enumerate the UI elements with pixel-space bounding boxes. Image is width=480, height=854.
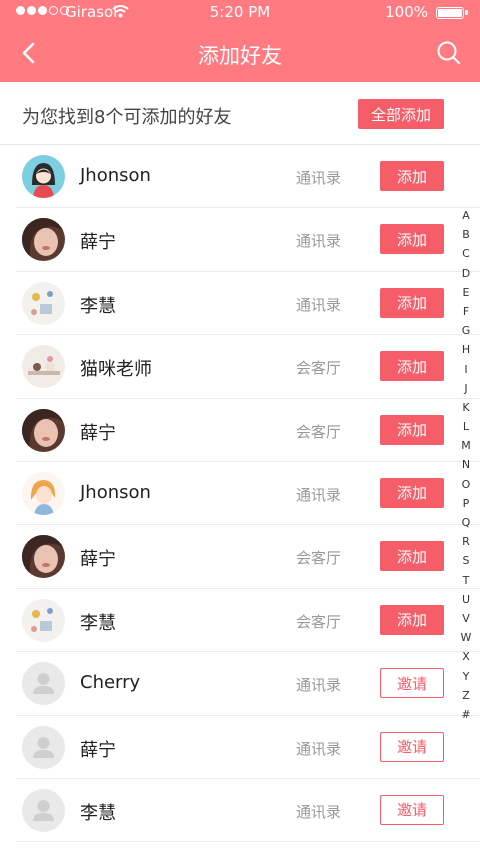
friend-row[interactable]: 李慧 通讯录 添加 [0,272,480,336]
page-title: 添加好友 [198,44,282,68]
add-button[interactable]: 添加 [380,541,444,572]
search-icon[interactable] [436,40,462,66]
friend-row[interactable]: Jhonson 通讯录 添加 [0,145,480,209]
avatar [22,535,65,579]
battery-percent: 100% [385,3,428,21]
friend-row[interactable]: Jhonson 通讯录 添加 [0,462,480,526]
add-button[interactable]: 添加 [380,604,444,635]
avatar [22,662,65,706]
friend-name: Jhonson [80,165,151,186]
avatar [22,725,65,769]
index-letter[interactable]: J [458,379,474,398]
index-letter[interactable]: M [458,436,474,455]
alphabet-index[interactable]: A B C D E F G H I J K L M N O P Q R S T U V W X Y Z # [458,206,474,724]
friend-name: 李慧 [80,802,116,824]
friend-row[interactable]: 薛宁 通讯录 邀请 [0,716,480,780]
avatar [22,598,65,642]
add-button[interactable]: 添加 [380,161,444,191]
add-button[interactable]: 添加 [380,351,444,382]
friend-name: 李慧 [80,612,116,634]
friend-source: 通讯录 [296,232,342,251]
index-letter[interactable]: C [458,244,474,263]
friend-row[interactable]: 猫咪老师 会客厅 添加 [0,335,480,399]
index-letter[interactable]: K [458,398,474,417]
index-letter[interactable]: U [458,590,474,609]
index-letter[interactable]: O [458,475,474,494]
index-letter[interactable]: A [458,206,474,225]
index-letter[interactable]: R [458,532,474,551]
friend-name: 薛宁 [80,232,116,254]
index-letter[interactable]: E [458,283,474,302]
battery-icon [436,7,468,19]
summary-bar: 为您找到8个可添加的好友 全部添加 [0,82,480,145]
friend-name: 薛宁 [80,422,116,444]
friend-row[interactable]: 李慧 通讯录 邀请 [0,779,480,843]
avatar [22,281,65,325]
friend-name: Cherry [80,672,141,694]
friend-row[interactable]: Cherry 通讯录 邀请 [0,652,480,716]
index-letter[interactable]: X [458,647,474,666]
status-bar: Girasol 5:20 PM 100% [0,0,480,26]
index-letter[interactable]: V [458,609,474,628]
friend-source: 会客厅 [296,422,342,441]
index-letter[interactable]: Y [458,667,474,686]
avatar [22,155,65,198]
summary-text: 为您找到8个可添加的好友 [22,107,232,128]
friend-source: 通讯录 [296,295,342,314]
friend-source: 会客厅 [296,549,342,568]
add-button[interactable]: 添加 [380,477,444,508]
index-letter[interactable]: S [458,551,474,570]
header-bar: Girasol 5:20 PM 100% 添加好友 [0,0,480,82]
friend-source: 通讯录 [296,485,342,504]
invite-button[interactable]: 邀请 [380,731,444,762]
index-letter[interactable]: I [458,360,474,379]
index-letter[interactable]: H [458,340,474,359]
add-button[interactable]: 添加 [380,414,444,445]
friend-name: Jhonson [80,481,151,503]
friend-list: Jhonson 通讯录 添加 薛宁 通讯录 添加 李慧 通讯录 添加 猫咪老师 会客厅 添加 薛宁 会客厅… [0,145,480,843]
friend-name: 猫咪老师 [80,359,152,381]
avatar [22,218,65,262]
battery-fill [438,9,462,17]
friend-row[interactable]: 薛宁 会客厅 添加 [0,399,480,463]
add-all-button[interactable]: 全部添加 [358,99,444,129]
friend-source: 通讯录 [296,802,342,821]
index-letter[interactable]: G [458,321,474,340]
index-letter[interactable]: T [458,571,474,590]
index-letter[interactable]: D [458,264,474,283]
friend-name: 李慧 [80,295,116,317]
friend-name: 薛宁 [80,739,116,761]
friend-row[interactable]: 李慧 会客厅 添加 [0,589,480,653]
index-letter[interactable]: Q [458,513,474,532]
index-letter[interactable]: F [458,302,474,321]
avatar [22,345,65,389]
index-letter[interactable]: P [458,494,474,513]
avatar [22,408,65,452]
friend-source: 通讯录 [296,739,342,758]
avatar [22,788,65,832]
index-letter[interactable]: # [458,705,474,724]
friend-source: 通讯录 [296,676,342,695]
friend-row[interactable]: 薛宁 会客厅 添加 [0,525,480,590]
invite-button[interactable]: 邀请 [380,668,444,699]
add-button[interactable]: 添加 [380,224,444,255]
friend-source: 通讯录 [296,169,342,187]
index-letter[interactable]: L [458,417,474,436]
index-letter[interactable]: N [458,455,474,474]
avatar [22,471,65,515]
index-letter[interactable]: B [458,225,474,244]
friend-source: 会客厅 [296,359,342,378]
friend-source: 会客厅 [296,612,342,631]
index-letter[interactable]: W [458,628,474,647]
friend-row[interactable]: 薛宁 通讯录 添加 [0,208,480,273]
add-button[interactable]: 添加 [380,287,444,318]
friend-name: 薛宁 [80,549,116,571]
invite-button[interactable]: 邀请 [380,794,444,825]
index-letter[interactable]: Z [458,686,474,705]
